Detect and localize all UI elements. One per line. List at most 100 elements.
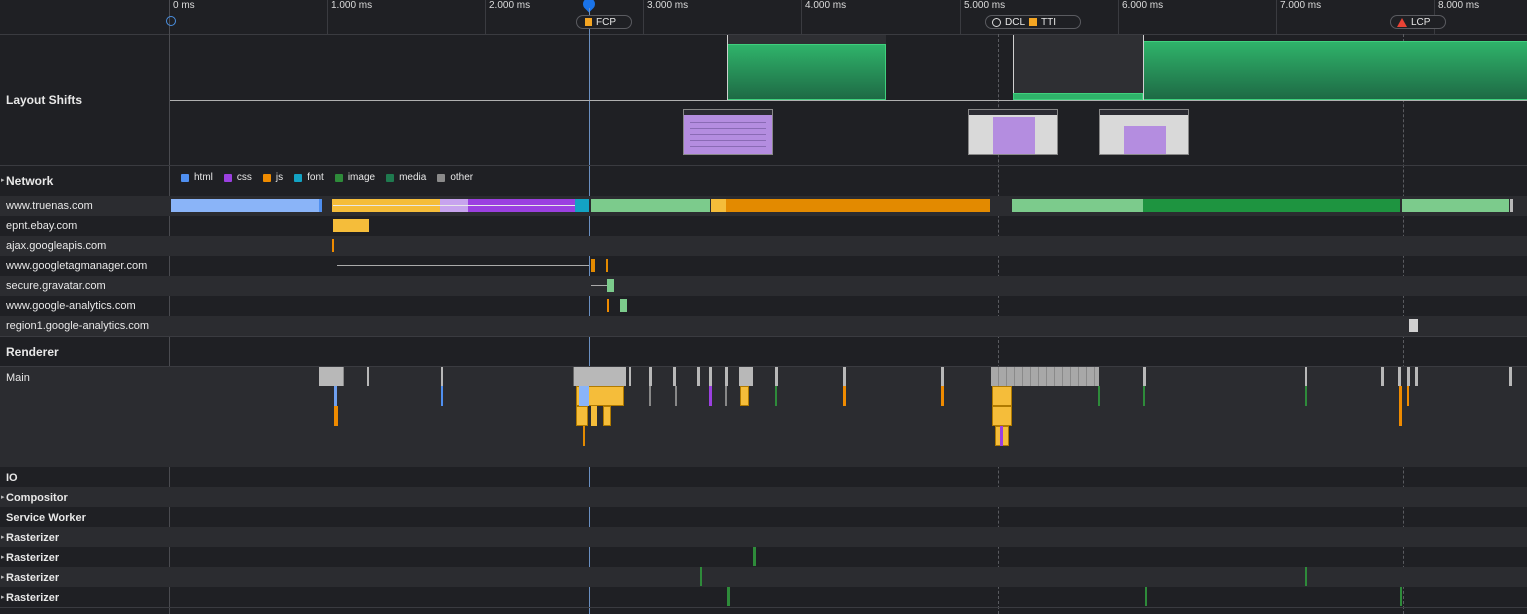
network-row[interactable] (0, 316, 1527, 337)
request-bar-js[interactable] (606, 259, 608, 272)
script-task[interactable] (775, 386, 777, 406)
script-task[interactable] (1305, 386, 1307, 406)
expand-arrow-icon[interactable]: ▸ (1, 176, 5, 184)
network-row[interactable] (0, 256, 1527, 276)
request-bar-js[interactable] (332, 239, 334, 252)
main-task[interactable] (1305, 367, 1307, 386)
request-bar-other[interactable] (1510, 199, 1513, 212)
rasterizer-row[interactable] (0, 567, 1527, 587)
main-task[interactable] (941, 367, 944, 386)
request-bar-image[interactable] (591, 199, 710, 212)
main-task[interactable] (1398, 367, 1401, 386)
rasterizer-row[interactable] (0, 527, 1527, 547)
script-task[interactable] (843, 386, 846, 406)
main-thread-row[interactable] (0, 367, 1527, 467)
main-task[interactable] (573, 367, 626, 386)
script-task[interactable] (334, 406, 338, 426)
network-row[interactable] (0, 276, 1527, 296)
rasterizer-row[interactable] (0, 547, 1527, 567)
main-task[interactable] (629, 367, 631, 386)
fcp-marker[interactable]: FCP (576, 15, 632, 29)
script-task[interactable] (441, 386, 443, 406)
script-task[interactable] (740, 386, 749, 406)
request-bar-image[interactable] (620, 299, 627, 312)
script-task[interactable] (992, 406, 1012, 426)
network-row[interactable] (0, 296, 1527, 316)
script-task[interactable] (591, 406, 597, 426)
request-bar-js[interactable] (591, 259, 595, 272)
rasterizer-label[interactable]: Rasterizer (6, 592, 59, 604)
request-bar-html[interactable] (319, 199, 322, 212)
main-task[interactable] (725, 367, 728, 386)
network-row[interactable] (0, 236, 1527, 256)
script-task[interactable] (709, 386, 712, 406)
request-bar-image[interactable] (1402, 199, 1509, 212)
layout-shift-block[interactable] (1013, 93, 1143, 100)
main-task[interactable] (739, 367, 753, 386)
expand-arrow-icon[interactable]: ▸ (1, 493, 5, 501)
request-bar-font[interactable] (575, 199, 589, 212)
request-bar-js[interactable] (726, 199, 990, 212)
script-task[interactable] (1143, 386, 1145, 406)
expand-arrow-icon[interactable]: ▸ (1, 533, 5, 541)
script-task[interactable] (649, 386, 651, 406)
script-task[interactable] (334, 386, 337, 406)
network-row[interactable] (0, 216, 1527, 236)
main-task[interactable] (775, 367, 778, 386)
rasterizer-label[interactable]: Rasterizer (6, 532, 59, 544)
script-task[interactable] (576, 406, 588, 426)
script-task[interactable] (1098, 386, 1100, 406)
request-bar-js[interactable] (333, 219, 369, 232)
main-task[interactable] (709, 367, 712, 386)
script-task[interactable] (992, 386, 1012, 406)
main-task[interactable] (991, 367, 1099, 386)
main-task[interactable] (1509, 367, 1512, 386)
layout-shift-block[interactable] (1143, 41, 1527, 100)
main-task[interactable] (1143, 367, 1146, 386)
script-task[interactable] (579, 386, 589, 406)
expand-arrow-icon[interactable]: ▸ (1, 553, 5, 561)
request-bar-image[interactable] (1143, 199, 1400, 212)
script-task[interactable] (603, 406, 611, 426)
main-task[interactable] (649, 367, 652, 386)
script-task[interactable] (941, 386, 944, 406)
io-row[interactable] (0, 467, 1527, 487)
raster-task[interactable] (727, 587, 730, 606)
screenshot-thumbnail[interactable] (968, 109, 1058, 155)
raster-task[interactable] (700, 567, 702, 586)
lcp-marker[interactable]: LCP (1390, 15, 1446, 29)
main-task[interactable] (319, 367, 344, 386)
request-bar-other[interactable] (1409, 319, 1418, 332)
dcl-tti-marker[interactable]: DCL TTI (985, 15, 1081, 29)
main-task[interactable] (1381, 367, 1384, 386)
script-task[interactable] (1407, 386, 1409, 406)
rasterizer-label[interactable]: Rasterizer (6, 552, 59, 564)
expand-arrow-icon[interactable]: ▸ (1, 573, 5, 581)
main-task[interactable] (843, 367, 846, 386)
request-bar-js[interactable] (607, 299, 609, 312)
script-task[interactable] (1399, 386, 1402, 426)
screenshot-thumbnail[interactable] (683, 109, 773, 155)
script-task[interactable] (675, 386, 677, 406)
request-bar-js[interactable] (711, 199, 726, 212)
layout-shift-block[interactable] (727, 44, 886, 100)
main-task[interactable] (1407, 367, 1410, 386)
main-task[interactable] (673, 367, 676, 386)
request-bar-html[interactable] (171, 199, 319, 212)
script-task[interactable] (1000, 426, 1003, 446)
rasterizer-label[interactable]: Rasterizer (6, 572, 59, 584)
script-task[interactable] (725, 386, 727, 406)
script-task[interactable] (583, 426, 585, 446)
raster-task[interactable] (1400, 587, 1402, 606)
raster-task[interactable] (1145, 587, 1147, 606)
compositor-label[interactable]: Compositor (6, 492, 68, 504)
main-task[interactable] (367, 367, 369, 386)
request-bar-image[interactable] (1012, 199, 1143, 212)
screenshot-thumbnail[interactable] (1099, 109, 1189, 155)
network-label[interactable]: Network (6, 174, 53, 188)
navigation-start-icon[interactable] (166, 16, 176, 26)
compositor-row[interactable] (0, 487, 1527, 507)
main-task[interactable] (441, 367, 443, 386)
expand-arrow-icon[interactable]: ▸ (1, 593, 5, 601)
service-worker-row[interactable] (0, 507, 1527, 527)
